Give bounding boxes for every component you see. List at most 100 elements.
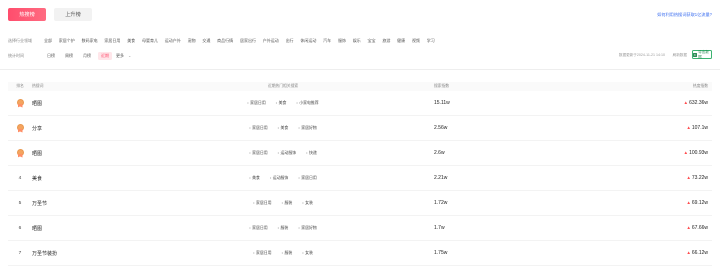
- heat-index: 107.1w: [691, 125, 708, 131]
- medal-icon: [16, 123, 24, 133]
- category-item[interactable]: 全部: [44, 38, 52, 44]
- table-row[interactable]: 6 晒图 家居日用 服装 家居好物 1.7w ▲67.66w: [8, 216, 712, 241]
- related-tag[interactable]: 家居日用: [249, 125, 268, 131]
- related-tag[interactable]: 服装: [278, 225, 289, 231]
- category-item[interactable]: 运动户外: [165, 38, 181, 44]
- related-tag[interactable]: 家居日用: [253, 200, 272, 206]
- heat-index: 100.93w: [689, 150, 708, 156]
- related-tag[interactable]: 服装: [282, 200, 292, 206]
- time-filter-row: 统计时间 日榜 周榜 月榜 近期 更多 ⌄: [8, 51, 712, 60]
- category-item[interactable]: 交通: [202, 38, 210, 44]
- related-tags: 家居日用 运动服饰 快递: [132, 150, 434, 156]
- category-item[interactable]: 居家出行: [240, 38, 256, 44]
- hot-word[interactable]: 分享: [32, 125, 132, 132]
- fire-icon: ▲: [686, 200, 691, 205]
- time-option-recent[interactable]: 近期: [98, 51, 112, 60]
- rank-cell: 5: [8, 201, 32, 206]
- category-item[interactable]: 家居个护: [59, 38, 75, 44]
- time-more-select[interactable]: 更多 ⌄: [116, 53, 131, 59]
- category-item[interactable]: 出行: [286, 38, 294, 44]
- fire-icon: ▲: [686, 250, 691, 255]
- related-tag[interactable]: 家居好物: [298, 225, 317, 231]
- chevron-down-icon: ⌄: [128, 53, 132, 58]
- hot-word[interactable]: 万圣节装扮: [32, 250, 132, 257]
- fire-icon: ▲: [683, 100, 689, 105]
- hot-word[interactable]: 晒图: [32, 225, 132, 232]
- hot-word[interactable]: 晒图: [32, 150, 132, 157]
- related-tags: 美食 运动服饰 家居日用: [132, 175, 434, 181]
- category-item[interactable]: 商品行情: [217, 38, 233, 44]
- related-tag[interactable]: 家居日用: [298, 175, 317, 181]
- hot-word[interactable]: 美食: [32, 175, 132, 182]
- tab-hot-list[interactable]: 热搜榜: [8, 8, 46, 21]
- table-row[interactable]: 7 万圣节装扮 家居日用 服装 女装 1.75w ▲66.12w: [8, 241, 712, 266]
- refresh-link[interactable]: 刷新数据: [673, 53, 687, 58]
- header-heat: 热度指数: [692, 84, 708, 88]
- category-item[interactable]: 服饰: [338, 38, 346, 44]
- rank-number: 7: [18, 250, 22, 256]
- related-tags: 家居日用 服装 家居好物: [132, 225, 434, 231]
- category-item[interactable]: 汽车: [323, 38, 331, 44]
- related-tag[interactable]: 服装: [282, 250, 292, 256]
- category-item[interactable]: 学习: [427, 38, 435, 44]
- table-row[interactable]: 分享 家居日用 美食 家居好物 2.56w ▲107.1w: [8, 116, 712, 141]
- category-item[interactable]: 家居日用: [104, 38, 120, 44]
- related-tag[interactable]: 美食: [278, 125, 289, 131]
- category-item[interactable]: 户外运动: [263, 38, 279, 44]
- heat-index-cell: ▲ 67.66w: [584, 225, 712, 231]
- category-item[interactable]: 娱乐: [353, 38, 361, 44]
- related-tag[interactable]: 快递: [306, 150, 317, 156]
- category-item[interactable]: 视频: [412, 38, 420, 44]
- related-tag[interactable]: 家居日用: [253, 250, 272, 256]
- fire-icon: ▲: [686, 225, 691, 230]
- header-rank: 排名: [16, 84, 24, 88]
- related-tag[interactable]: 家居好物: [298, 125, 317, 131]
- header-related: 近期热门相关搜索: [267, 84, 299, 88]
- tab-rise-list[interactable]: 上升榜: [54, 8, 92, 21]
- rank-number: 6: [18, 225, 22, 231]
- category-item[interactable]: 休闲运动: [300, 38, 316, 44]
- related-tag[interactable]: 女装: [302, 200, 313, 206]
- related-tag[interactable]: 小家电推荐: [296, 100, 318, 106]
- medal-icon: [16, 98, 24, 108]
- related-tag[interactable]: 女装: [302, 250, 313, 256]
- hot-word[interactable]: 万圣节: [32, 200, 132, 207]
- heat-index-cell: ▲ 66.12w: [584, 250, 712, 256]
- category-item[interactable]: 宠物: [188, 38, 196, 44]
- heat-index-cell: ▲ 69.12w: [584, 200, 712, 206]
- category-item[interactable]: 美食: [127, 38, 135, 44]
- related-tag[interactable]: 运动服饰: [270, 175, 289, 181]
- related-tag[interactable]: 家居日用: [247, 100, 266, 106]
- export-button[interactable]: X 导出数据: [692, 50, 712, 59]
- table-row[interactable]: 晒图 家居日用 美食 小家电推荐 15.11w ▲632.36w: [8, 91, 712, 116]
- help-link[interactable]: 如何利用热搜词获取1亿流量?: [657, 12, 712, 18]
- time-option-week[interactable]: 周榜: [62, 52, 76, 60]
- table-row[interactable]: 5 万圣节 家居日用 服装 女装 1.72w ▲69.12w: [8, 191, 712, 216]
- time-option-day[interactable]: 日榜: [44, 52, 58, 60]
- hot-search-table: 排名 热搜词 近期热门相关搜索 搜索指数 热度指数 晒图家居日用美食小家电推荐1…: [8, 82, 712, 266]
- category-item[interactable]: 数码家电: [82, 38, 98, 44]
- related-tag[interactable]: 美食: [276, 100, 287, 106]
- header-search: 搜索指数: [434, 84, 450, 88]
- related-tag[interactable]: 家居日用: [249, 225, 268, 231]
- time-option-month[interactable]: 月榜: [80, 52, 94, 60]
- category-item[interactable]: 旅游: [382, 38, 390, 44]
- excel-icon: X: [693, 52, 697, 57]
- category-item[interactable]: 母婴育儿: [142, 38, 158, 44]
- export-label: 导出数据: [698, 49, 709, 59]
- related-tag[interactable]: 运动服饰: [278, 150, 297, 156]
- category-item[interactable]: 健康: [397, 38, 405, 44]
- rank-cell: [8, 123, 32, 133]
- related-tags: 家居日用 服装 女装: [132, 250, 434, 256]
- table-row[interactable]: 4 美食 美食 运动服饰 家居日用 2.21w ▲73.22w: [8, 166, 712, 191]
- heat-index: 73.22w: [691, 175, 708, 181]
- category-item[interactable]: 宝宝: [368, 38, 376, 44]
- search-index: 2.21w: [434, 175, 448, 181]
- time-more-label: 更多: [116, 52, 124, 58]
- hot-word[interactable]: 晒图: [32, 100, 132, 107]
- related-tag[interactable]: 美食: [249, 175, 260, 181]
- heat-index: 69.12w: [691, 200, 708, 206]
- related-tags: 家居日用 服装 女装: [132, 200, 434, 206]
- table-row[interactable]: 晒图 家居日用 运动服饰 快递 2.6w ▲100.93w: [8, 141, 712, 166]
- related-tag[interactable]: 家居日用: [249, 150, 268, 156]
